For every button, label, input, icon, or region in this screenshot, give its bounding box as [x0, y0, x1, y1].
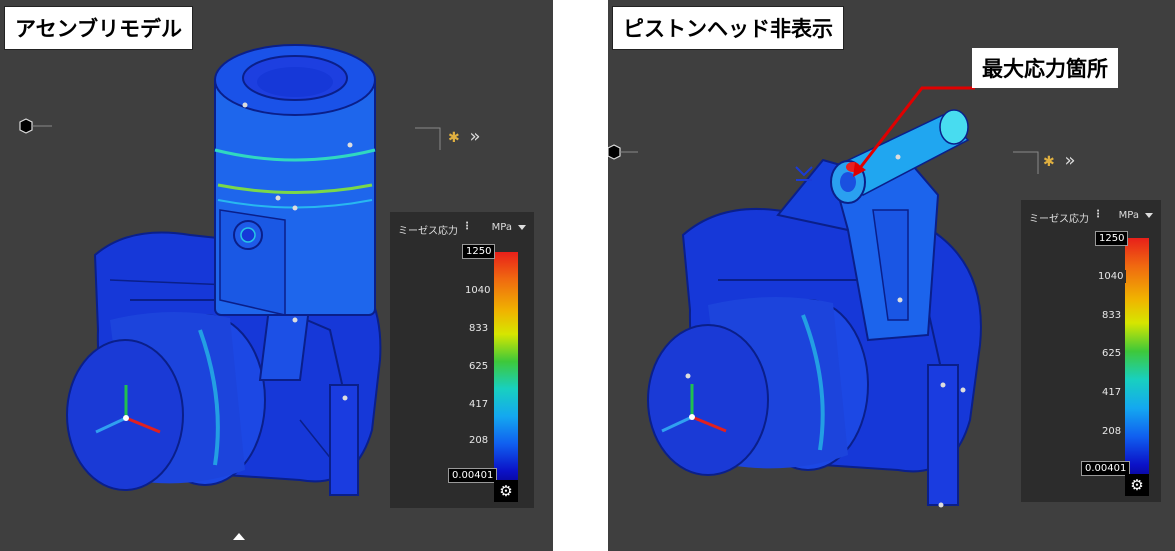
stress-legend: ミーゼス応力 ⋮ MPa 1250 1040 833 625 417 208 0… [1021, 200, 1161, 502]
legend-quantity[interactable]: ミーゼス応力 [398, 222, 458, 237]
legend-tick: 417 [1099, 386, 1125, 399]
panel-title: ピストンヘッド非表示 [612, 6, 844, 50]
legend-tick: 417 [466, 398, 492, 411]
double-chevron-right-icon[interactable]: » [1064, 150, 1075, 171]
double-chevron-right-icon[interactable]: » [469, 126, 480, 147]
legend-unit[interactable]: MPa [1119, 210, 1139, 221]
vertical-dots-icon[interactable]: ⋮ [1093, 209, 1103, 220]
color-scale-bar [1125, 238, 1149, 474]
sparkle-icon[interactable]: ✱ [1043, 154, 1055, 170]
hexagon-icon[interactable] [19, 118, 52, 134]
legend-tick-max: 1250 [462, 244, 496, 259]
gear-icon[interactable]: ⚙ [1125, 474, 1149, 496]
legend-tick: 625 [1099, 347, 1125, 360]
legend-tick-max: 1250 [1095, 231, 1129, 246]
gear-icon[interactable]: ⚙ [494, 480, 518, 502]
max-stress-callout: 最大応力箇所 [972, 48, 1118, 88]
chevron-up-icon[interactable] [233, 533, 245, 540]
left-viewport[interactable]: アセンブリモデル ✱ » ミーゼス応力 ⋮ MPa 1250 1040 833 … [0, 0, 553, 551]
legend-tick-min: 0.00401 [448, 468, 498, 483]
view-controls[interactable]: ✱ » [448, 126, 480, 147]
legend-tick: 208 [466, 434, 492, 447]
legend-header: ミーゼス応力 ⋮ MPa [398, 221, 528, 238]
legend-tick: 1040 [1095, 270, 1127, 283]
stress-legend: ミーゼス応力 ⋮ MPa 1250 1040 833 625 417 208 0… [390, 212, 534, 508]
hexagon-icon[interactable] [608, 144, 638, 160]
legend-tick: 833 [466, 322, 492, 335]
caret-down-icon[interactable] [1145, 213, 1153, 218]
legend-tick: 625 [466, 360, 492, 373]
panel-title: アセンブリモデル [4, 6, 193, 50]
legend-unit[interactable]: MPa [492, 222, 512, 233]
legend-tick: 208 [1099, 425, 1125, 438]
view-controls[interactable]: ✱ » [1043, 150, 1075, 171]
legend-tick: 833 [1099, 309, 1125, 322]
legend-quantity[interactable]: ミーゼス応力 [1029, 210, 1089, 225]
legend-tick: 1040 [462, 284, 494, 297]
caret-down-icon[interactable] [518, 225, 526, 230]
vertical-dots-icon[interactable]: ⋮ [462, 221, 472, 232]
legend-header: ミーゼス応力 ⋮ MPa [1029, 209, 1155, 226]
legend-tick-min: 0.00401 [1081, 461, 1131, 476]
sparkle-icon[interactable]: ✱ [448, 130, 460, 146]
color-scale-bar [494, 252, 518, 480]
